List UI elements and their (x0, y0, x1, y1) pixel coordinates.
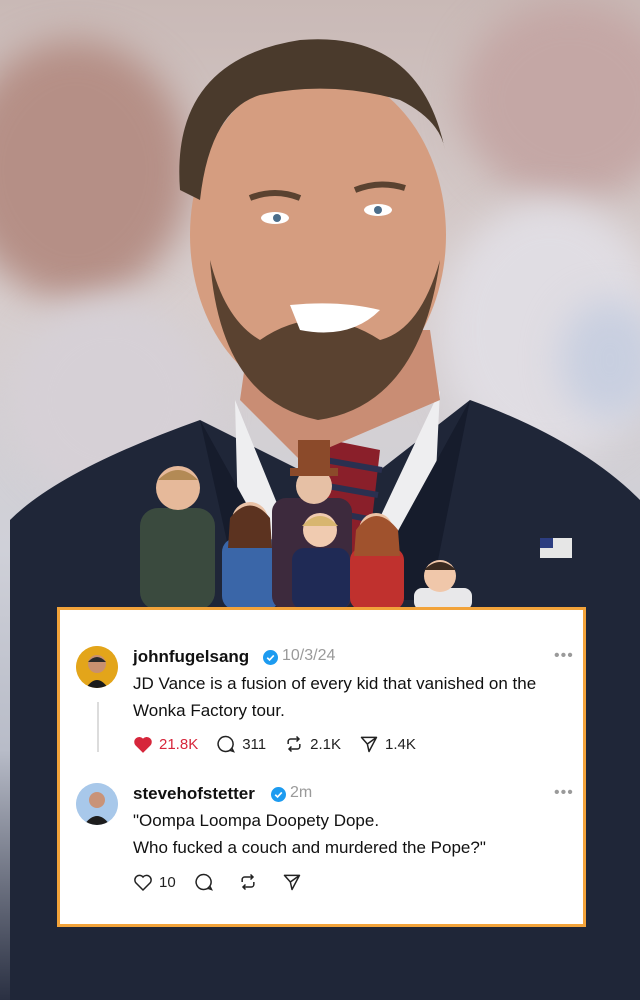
repost-button[interactable]: 2.1K (284, 734, 341, 754)
post-actions: 21.8K 311 2.1K 1.4K (133, 734, 434, 754)
post-text: JD Vance is a fusion of every kid that v… (133, 670, 583, 724)
heart-filled-icon (134, 736, 152, 753)
username[interactable]: stevehofstetter (133, 784, 255, 804)
avatar-steve-image (76, 783, 118, 825)
post-card: johnfugelsang 10/3/24 ••• JD Vance is a … (57, 607, 586, 927)
avatar-john-image (76, 646, 118, 688)
thread-line (97, 702, 99, 752)
post-actions: 10 (133, 872, 326, 892)
share-count: 1.4K (384, 735, 416, 753)
comment-icon (195, 873, 213, 891)
post-time: 2m (290, 784, 313, 801)
wonka-kids-collage (140, 440, 472, 610)
repost-icon (287, 735, 301, 753)
post-text-line: "Oompa Loompa Doopety Dope. (133, 811, 380, 830)
share-button[interactable]: 1.4K (359, 734, 416, 754)
post-text-line: Who fucked a couch and murdered the Pope… (133, 838, 486, 857)
more-options-icon[interactable]: ••• (554, 647, 574, 665)
heart-outline-icon (134, 874, 152, 891)
send-icon (283, 874, 300, 891)
comment-icon (217, 735, 236, 753)
post-text: "Oompa Loompa Doopety Dope. Who fucked a… (133, 807, 583, 861)
avatar[interactable] (76, 646, 118, 688)
like-count: 10 (159, 873, 176, 891)
reply-button[interactable]: 311 (216, 734, 266, 754)
repost-count: 2.1K (310, 735, 341, 753)
avatar[interactable] (76, 783, 118, 825)
username[interactable]: johnfugelsang (133, 647, 249, 667)
share-button[interactable] (282, 872, 308, 892)
verified-icon (263, 650, 278, 665)
post-text-line: JD Vance is a fusion of every kid that v… (133, 674, 537, 693)
like-count: 21.8K (159, 735, 199, 753)
post-john: johnfugelsang 10/3/24 ••• JD Vance is a … (60, 610, 583, 770)
verified-icon (271, 787, 286, 802)
repost-button[interactable] (238, 872, 264, 892)
post-steve: stevehofstetter 2m ••• "Oompa Loompa Doo… (60, 770, 583, 930)
like-button[interactable]: 21.8K (133, 735, 198, 754)
send-icon (360, 736, 378, 753)
reply-count: 311 (242, 735, 267, 753)
post-time: 10/3/24 (282, 647, 336, 664)
like-button[interactable]: 10 (133, 873, 176, 892)
reply-button[interactable] (194, 872, 220, 892)
post-text-line: Wonka Factory tour. (133, 701, 285, 720)
more-options-icon[interactable]: ••• (554, 784, 574, 802)
repost-icon (241, 873, 255, 891)
